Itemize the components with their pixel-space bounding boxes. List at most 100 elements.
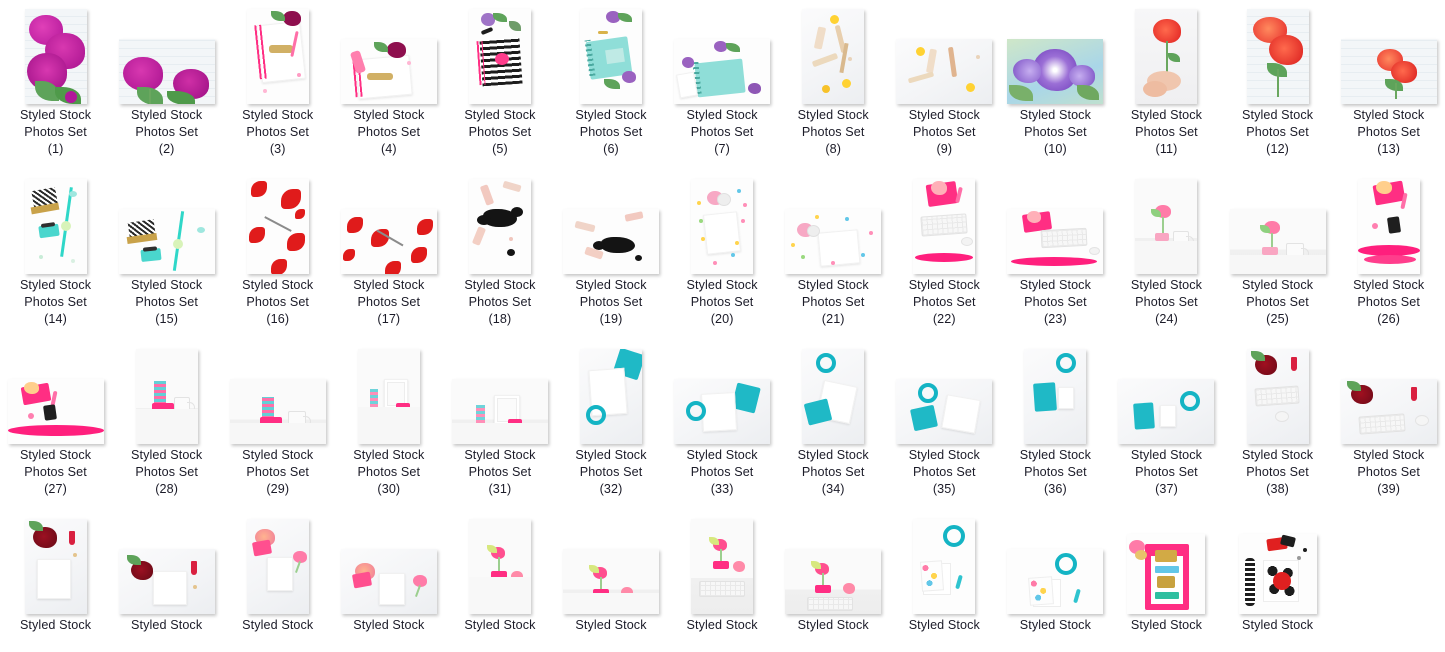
file-item[interactable]: Styled Stock Photos Set (9) bbox=[889, 0, 1000, 170]
thumbnail-image[interactable] bbox=[450, 174, 550, 274]
file-item[interactable]: Styled Stock Photos Set (2) bbox=[111, 0, 222, 170]
file-item[interactable]: Styled Stock Photos Set (38) bbox=[1222, 340, 1333, 510]
thumbnail-image[interactable] bbox=[450, 344, 550, 444]
thumbnail-image[interactable] bbox=[117, 174, 217, 274]
thumbnail-image[interactable] bbox=[1116, 514, 1216, 614]
file-item[interactable]: Styled Stock Photos Set (25) bbox=[1222, 170, 1333, 340]
file-item[interactable]: Styled Stock bbox=[111, 510, 222, 652]
file-item[interactable]: Styled Stock bbox=[555, 510, 666, 652]
file-item[interactable]: Styled Stock bbox=[1000, 510, 1111, 652]
thumbnail-image[interactable] bbox=[561, 514, 661, 614]
file-item[interactable]: Styled Stock bbox=[889, 510, 1000, 652]
thumbnail-image[interactable] bbox=[228, 174, 328, 274]
thumbnail-image[interactable] bbox=[339, 4, 439, 104]
thumbnail-image[interactable] bbox=[1116, 4, 1216, 104]
thumbnail-image[interactable] bbox=[228, 4, 328, 104]
thumbnail-image[interactable] bbox=[1228, 4, 1328, 104]
thumbnail-image[interactable] bbox=[1339, 174, 1439, 274]
file-item[interactable]: Styled Stock Photos Set (22) bbox=[889, 170, 1000, 340]
thumbnail-image[interactable] bbox=[117, 4, 217, 104]
thumbnail-image[interactable] bbox=[672, 344, 772, 444]
file-item[interactable]: Styled Stock bbox=[222, 510, 333, 652]
file-item[interactable]: Styled Stock Photos Set (1) bbox=[0, 0, 111, 170]
file-item[interactable]: Styled Stock Photos Set (23) bbox=[1000, 170, 1111, 340]
file-item[interactable]: Styled Stock Photos Set (8) bbox=[778, 0, 889, 170]
file-item[interactable]: Styled Stock Photos Set (30) bbox=[333, 340, 444, 510]
file-item[interactable]: Styled Stock Photos Set (4) bbox=[333, 0, 444, 170]
file-item[interactable]: Styled Stock bbox=[444, 510, 555, 652]
file-grid[interactable]: Styled Stock Photos Set (1) Styled Stock … bbox=[0, 0, 1445, 652]
file-item[interactable]: Styled Stock Photos Set (7) bbox=[667, 0, 778, 170]
file-item[interactable]: Styled Stock Photos Set (21) bbox=[778, 170, 889, 340]
file-item[interactable]: Styled Stock Photos Set (14) bbox=[0, 170, 111, 340]
file-item[interactable]: Styled Stock Photos Set (32) bbox=[555, 340, 666, 510]
thumbnail-image[interactable] bbox=[1005, 4, 1105, 104]
file-item[interactable]: Styled Stock bbox=[333, 510, 444, 652]
file-item[interactable]: Styled Stock Photos Set (20) bbox=[667, 170, 778, 340]
file-item[interactable]: Styled Stock Photos Set (19) bbox=[555, 170, 666, 340]
thumbnail-image[interactable] bbox=[1339, 4, 1439, 104]
thumbnail-image[interactable] bbox=[561, 174, 661, 274]
thumbnail-image[interactable] bbox=[894, 344, 994, 444]
thumbnail-image[interactable] bbox=[894, 174, 994, 274]
file-item[interactable]: Styled Stock Photos Set (37) bbox=[1111, 340, 1222, 510]
file-item[interactable]: Styled Stock Photos Set (39) bbox=[1333, 340, 1444, 510]
thumbnail-image[interactable] bbox=[450, 514, 550, 614]
file-item[interactable]: Styled Stock Photos Set (29) bbox=[222, 340, 333, 510]
thumbnail-image[interactable] bbox=[228, 344, 328, 444]
thumbnail-image[interactable] bbox=[672, 514, 772, 614]
file-item[interactable]: Styled Stock Photos Set (31) bbox=[444, 340, 555, 510]
file-item[interactable]: Styled Stock Photos Set (17) bbox=[333, 170, 444, 340]
thumbnail-image[interactable] bbox=[561, 4, 661, 104]
file-item[interactable]: Styled Stock Photos Set (10) bbox=[1000, 0, 1111, 170]
thumbnail-image[interactable] bbox=[339, 514, 439, 614]
thumbnail-image[interactable] bbox=[339, 344, 439, 444]
thumbnail-image[interactable] bbox=[1005, 344, 1105, 444]
thumbnail-image[interactable] bbox=[1005, 514, 1105, 614]
thumbnail-image[interactable] bbox=[1005, 174, 1105, 274]
thumbnail-image[interactable] bbox=[672, 4, 772, 104]
thumbnail-image[interactable] bbox=[561, 344, 661, 444]
thumbnail-image[interactable] bbox=[6, 344, 106, 444]
thumbnail-image[interactable] bbox=[6, 514, 106, 614]
thumbnail-image[interactable] bbox=[1116, 174, 1216, 274]
file-item[interactable]: Styled Stock bbox=[0, 510, 111, 652]
file-item[interactable]: Styled Stock Photos Set (36) bbox=[1000, 340, 1111, 510]
file-item[interactable]: Styled Stock Photos Set (24) bbox=[1111, 170, 1222, 340]
file-item[interactable]: Styled Stock bbox=[778, 510, 889, 652]
thumbnail-image[interactable] bbox=[672, 174, 772, 274]
file-item[interactable]: Styled Stock Photos Set (15) bbox=[111, 170, 222, 340]
thumbnail-image[interactable] bbox=[894, 4, 994, 104]
file-item[interactable]: Styled Stock Photos Set (12) bbox=[1222, 0, 1333, 170]
file-item[interactable]: Styled Stock Photos Set (28) bbox=[111, 340, 222, 510]
file-item[interactable]: Styled Stock Photos Set (11) bbox=[1111, 0, 1222, 170]
thumbnail-image[interactable] bbox=[1339, 344, 1439, 444]
file-item[interactable]: Styled Stock bbox=[1111, 510, 1222, 652]
thumbnail-image[interactable] bbox=[117, 514, 217, 614]
thumbnail-image[interactable] bbox=[339, 174, 439, 274]
file-item[interactable]: Styled Stock bbox=[667, 510, 778, 652]
thumbnail-image[interactable] bbox=[228, 514, 328, 614]
thumbnail-image[interactable] bbox=[1228, 174, 1328, 274]
thumbnail-image[interactable] bbox=[1116, 344, 1216, 444]
thumbnail-image[interactable] bbox=[783, 4, 883, 104]
file-item[interactable]: Styled Stock Photos Set (33) bbox=[667, 340, 778, 510]
thumbnail-image[interactable] bbox=[1228, 514, 1328, 614]
thumbnail-image[interactable] bbox=[6, 174, 106, 274]
thumbnail-image[interactable] bbox=[783, 174, 883, 274]
thumbnail-image[interactable] bbox=[1228, 344, 1328, 444]
file-item[interactable]: Styled Stock Photos Set (27) bbox=[0, 340, 111, 510]
file-item[interactable]: Styled Stock Photos Set (35) bbox=[889, 340, 1000, 510]
file-item[interactable]: Styled Stock Photos Set (34) bbox=[778, 340, 889, 510]
file-item[interactable]: Styled Stock Photos Set (18) bbox=[444, 170, 555, 340]
thumbnail-image[interactable] bbox=[783, 344, 883, 444]
file-item[interactable]: Styled Stock Photos Set (6) bbox=[555, 0, 666, 170]
file-item[interactable]: Styled Stock Photos Set (13) bbox=[1333, 0, 1444, 170]
thumbnail-image[interactable] bbox=[450, 4, 550, 104]
thumbnail-image[interactable] bbox=[783, 514, 883, 614]
file-item[interactable]: Styled Stock Photos Set (3) bbox=[222, 0, 333, 170]
thumbnail-image[interactable] bbox=[117, 344, 217, 444]
file-item[interactable]: Styled Stock Photos Set (16) bbox=[222, 170, 333, 340]
thumbnail-image[interactable] bbox=[894, 514, 994, 614]
file-item[interactable]: Styled Stock bbox=[1222, 510, 1333, 652]
